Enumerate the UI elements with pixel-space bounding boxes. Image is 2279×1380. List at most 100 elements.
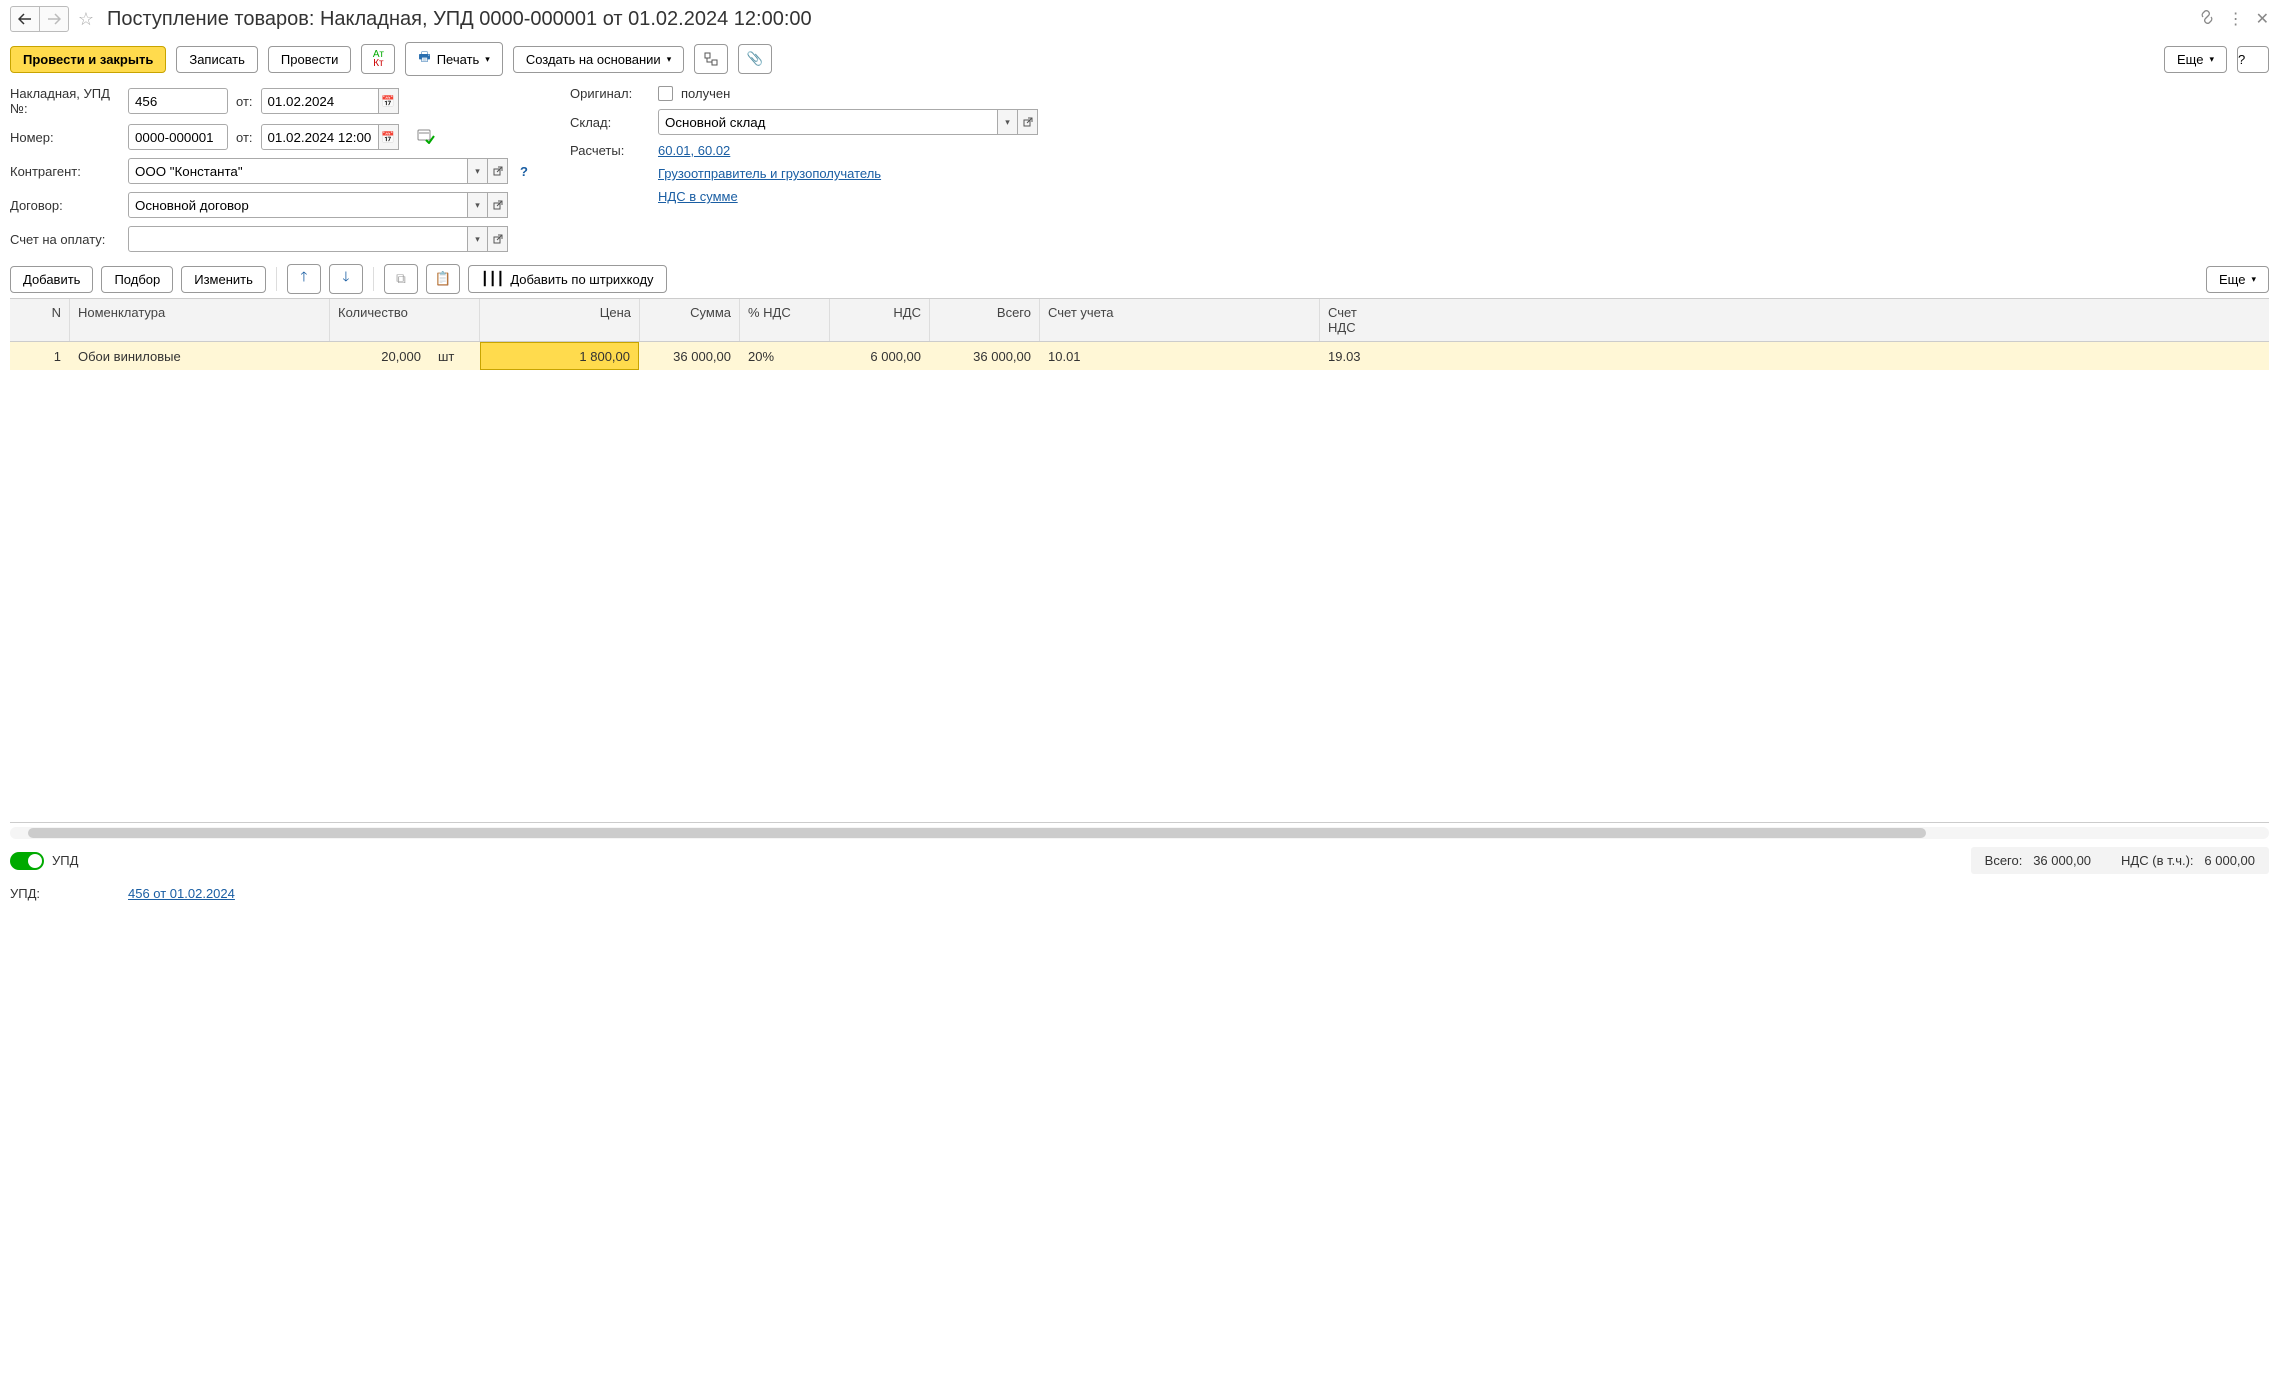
doc-date-input[interactable] [261,124,379,150]
horizontal-scrollbar[interactable] [10,827,2269,839]
counterparty-dropdown[interactable]: ▾ [468,158,488,184]
post-and-close-button[interactable]: Провести и закрыть [10,46,166,73]
post-button[interactable]: Провести [268,46,352,73]
contract-dropdown[interactable]: ▾ [468,192,488,218]
dtkt-button[interactable]: АтКт [361,44,395,74]
shipper-link[interactable]: Грузоотправитель и грузополучатель [658,166,881,181]
received-label: получен [681,86,730,101]
totals-label: Всего: [1985,853,2023,868]
contract-input[interactable] [128,192,468,218]
calendar-button-2[interactable]: 📅 [379,124,399,150]
invoice-date-input[interactable] [261,88,379,114]
col-n[interactable]: N [10,299,70,341]
add-barcode-button[interactable]: ┃┃┃ Добавить по штрихкоду [468,265,667,293]
add-row-button[interactable]: Добавить [10,266,93,293]
col-nds[interactable]: НДС [830,299,930,341]
print-button[interactable]: 🖶 Печать ▾ [405,42,502,76]
open-external-icon [493,200,503,210]
invoice-no-input[interactable] [128,88,228,114]
back-button[interactable] [10,6,40,32]
payment-invoice-dropdown[interactable]: ▾ [468,226,488,252]
more-label: Еще [2177,52,2203,67]
copy-button[interactable]: ⧉ [384,264,418,294]
col-quantity[interactable]: Количество [330,299,480,341]
help-button[interactable]: ? [2237,46,2269,73]
settlements-label: Расчеты: [570,143,650,158]
save-button[interactable]: Записать [176,46,258,73]
nds-label: НДС (в т.ч.): [2121,853,2194,868]
contract-open[interactable] [488,192,508,218]
col-nds-account[interactable]: Счет НДС [1320,299,1392,341]
calendar-button-1[interactable]: 📅 [379,88,399,114]
cell-nds-account[interactable]: 19.03 [1320,345,1392,368]
move-up-button[interactable]: 🡑 [287,264,321,294]
received-checkbox[interactable] [658,86,673,101]
cell-price[interactable]: 1 800,00 [480,342,639,370]
upd-label: УПД: [10,886,120,901]
cell-vat-pct[interactable]: 20% [740,345,830,368]
payment-invoice-input[interactable] [128,226,468,252]
add-barcode-label: Добавить по штрихкоду [510,272,653,287]
col-sum[interactable]: Сумма [640,299,740,341]
warehouse-dropdown[interactable]: ▾ [998,109,1018,135]
table-row[interactable]: 1 Обои виниловые 20,000 шт 1 800,00 36 0… [10,342,2269,370]
vat-link[interactable]: НДС в сумме [658,189,738,204]
pick-button[interactable]: Подбор [101,266,173,293]
cell-account[interactable]: 10.01 [1040,345,1320,368]
paperclip-icon: 📎 [747,51,764,67]
col-account[interactable]: Счет учета [1040,299,1320,341]
invoice-no-label: Накладная, УПД №: [10,86,120,116]
col-total[interactable]: Всего [930,299,1040,341]
close-icon[interactable]: ✕ [2256,9,2269,29]
counterparty-open[interactable] [488,158,508,184]
favorite-icon[interactable]: ☆ [75,8,97,30]
open-external-icon [493,234,503,244]
edit-row-button[interactable]: Изменить [181,266,266,293]
cell-total[interactable]: 36 000,00 [930,345,1040,368]
col-price[interactable]: Цена [480,299,640,341]
counterparty-label: Контрагент: [10,164,120,179]
paste-icon: 📋 [435,271,452,287]
counterparty-input[interactable] [128,158,468,184]
attachment-button[interactable]: 📎 [738,44,772,74]
posted-icon[interactable] [417,128,435,147]
paste-button[interactable]: 📋 [426,264,460,294]
contract-label: Договор: [10,198,120,213]
more-button[interactable]: Еще ▾ [2164,46,2227,73]
grid-body[interactable]: 1 Обои виниловые 20,000 шт 1 800,00 36 0… [10,342,2269,822]
upd-toggle-label: УПД [52,853,78,868]
table-more-button[interactable]: Еще ▾ [2206,266,2269,293]
original-label: Оригинал: [570,86,650,101]
structure-button[interactable] [694,44,728,74]
payment-invoice-open[interactable] [488,226,508,252]
doc-number-input[interactable] [128,124,228,150]
cell-n[interactable]: 1 [10,345,70,368]
chevron-down-icon: ▾ [485,54,490,65]
counterparty-help-icon[interactable]: ? [520,164,528,179]
payment-invoice-label: Счет на оплату: [10,232,120,247]
upd-toggle[interactable] [10,852,44,870]
chevron-down-icon: ▾ [2251,274,2256,285]
number-label: Номер: [10,130,120,145]
warehouse-open[interactable] [1018,109,1038,135]
nds-value: 6 000,00 [2204,853,2255,868]
cell-nomenclature[interactable]: Обои виниловые [70,345,330,368]
forward-button[interactable] [39,6,69,32]
col-vat-pct[interactable]: % НДС [740,299,830,341]
warehouse-label: Склад: [570,115,650,130]
chevron-down-icon: ▾ [2209,54,2214,65]
col-nomenclature[interactable]: Номенклатура [70,299,330,341]
dtkt-icon: АтКт [373,50,384,68]
move-down-button[interactable]: 🡓 [329,264,363,294]
cell-price-wrapper[interactable]: 1 800,00 [480,343,640,369]
cell-quantity[interactable]: 20,000 [330,345,430,368]
settlements-link[interactable]: 60.01, 60.02 [658,143,730,158]
warehouse-input[interactable] [658,109,998,135]
more-vertical-icon[interactable]: ⋮ [2228,9,2244,29]
cell-nds[interactable]: 6 000,00 [830,345,930,368]
link-icon[interactable] [2198,8,2216,31]
create-based-button[interactable]: Создать на основании ▾ [513,46,684,73]
upd-link[interactable]: 456 от 01.02.2024 [128,886,235,901]
cell-unit[interactable]: шт [430,345,480,368]
cell-sum[interactable]: 36 000,00 [640,345,740,368]
